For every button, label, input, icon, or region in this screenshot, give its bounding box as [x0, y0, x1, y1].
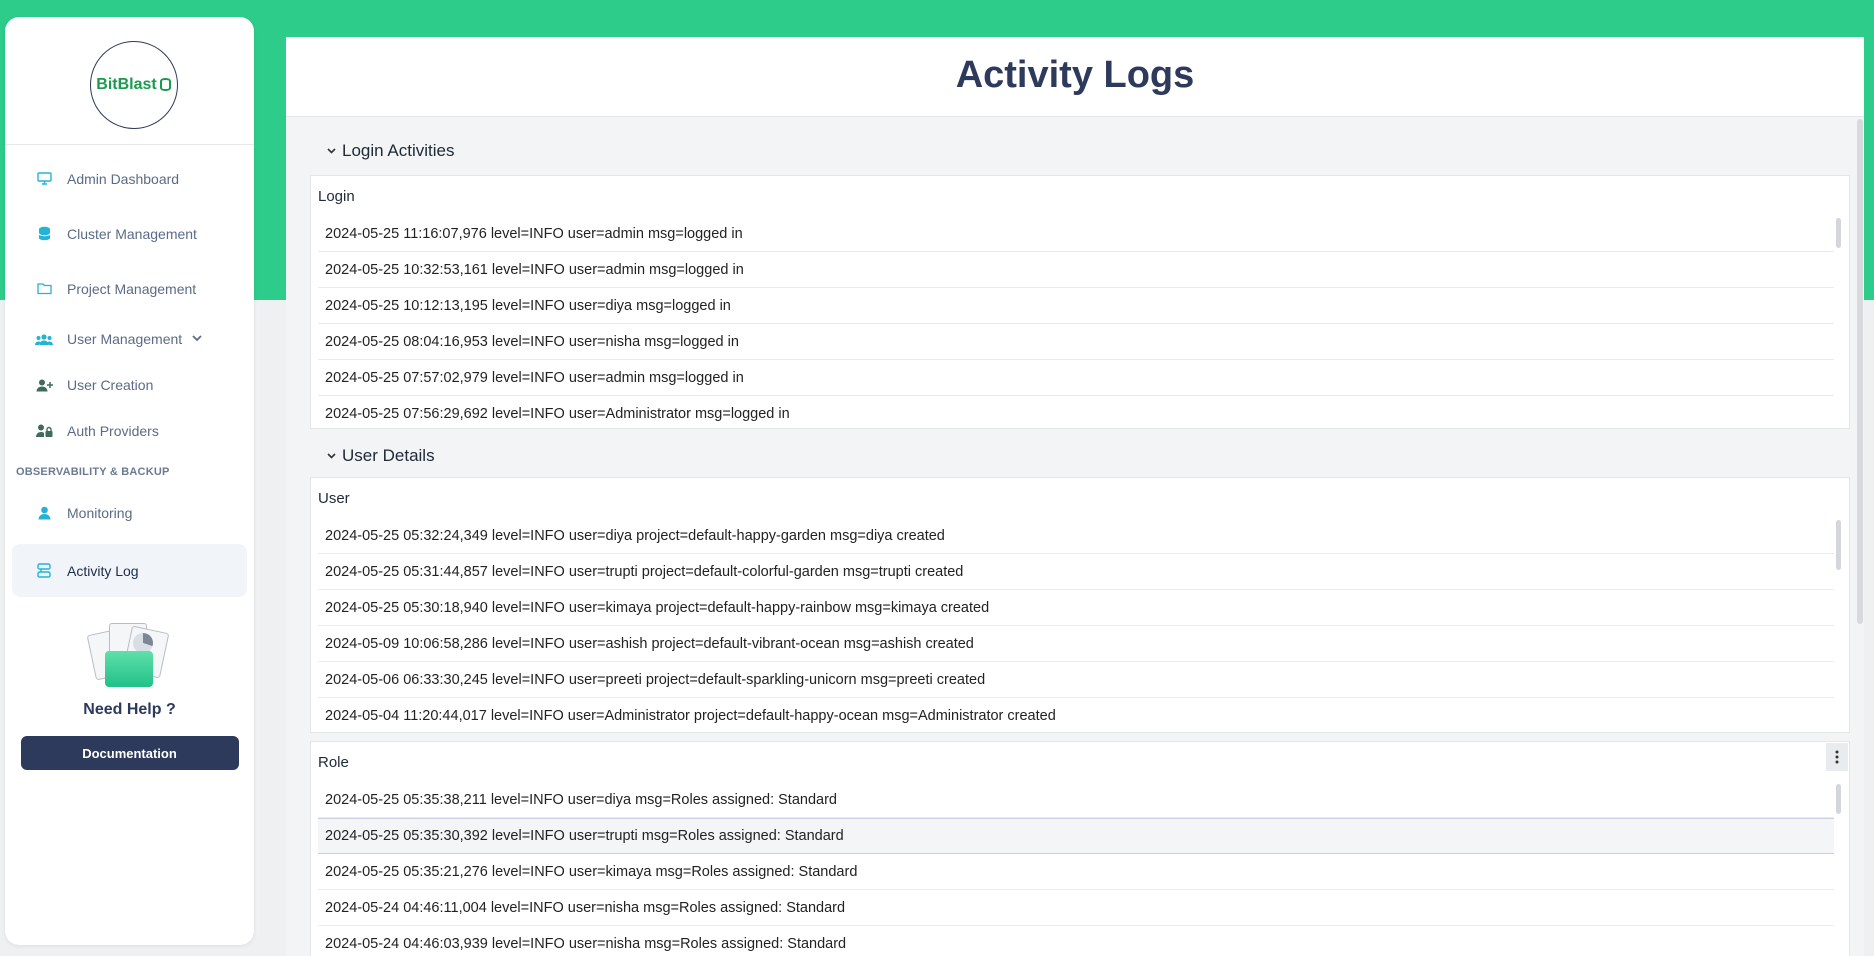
- log-row: 2024-05-25 05:30:18,940 level=INFO user=…: [318, 590, 1834, 626]
- log-row: 2024-05-24 04:46:03,939 level=INFO user=…: [325, 936, 847, 952]
- sidebar-item-monitoring[interactable]: Monitoring: [5, 490, 254, 536]
- help-panel: Need Help ? Documentation: [5, 623, 254, 770]
- user-plus-icon: [35, 377, 53, 393]
- folder-icon: [35, 281, 53, 297]
- brand-logo[interactable]: BitBlast: [89, 40, 178, 129]
- role-scrollbar[interactable]: [1836, 784, 1841, 814]
- log-row: 2024-05-25 05:31:44,857 level=INFO user=…: [318, 554, 1834, 590]
- sidebar-item-cluster-management[interactable]: Cluster Management: [5, 206, 254, 261]
- log-row: 2024-05-25 05:35:38,211 level=INFO user=…: [318, 782, 1834, 818]
- sidebar-item-label: Activity Log: [67, 562, 139, 579]
- role-log-list[interactable]: 2024-05-25 05:35:38,211 level=INFO user=…: [311, 782, 1849, 956]
- activity-log-icon: [35, 563, 53, 579]
- sidebar-item-label: User Creation: [67, 377, 154, 393]
- log-row: 2024-05-25 05:32:24,349 level=INFO user=…: [318, 518, 1834, 554]
- logs-content: Login Activities Login 2024-05-25 11:16:…: [286, 117, 1864, 956]
- log-row: 2024-05-25 10:12:13,195 level=INFO user=…: [318, 288, 1834, 324]
- log-row: 2024-05-25 07:57:02,979 level=INFO user=…: [318, 360, 1834, 396]
- sidebar-item-label: Monitoring: [67, 505, 133, 521]
- brand-logo-text: BitBlast: [96, 75, 157, 93]
- user-icon: [35, 505, 53, 521]
- help-illustration-icon: [85, 623, 175, 693]
- nav-section-observability: OBSERVABILITY & BACKUP: [16, 466, 170, 478]
- user-lock-icon: [35, 423, 53, 439]
- section-login-activities[interactable]: Login Activities: [303, 117, 1850, 175]
- user-card: User 2024-05-25 05:32:24,349 level=INFO …: [310, 477, 1850, 733]
- log-row: 2024-05-25 10:32:53,161 level=INFO user=…: [318, 252, 1834, 288]
- sidebar-item-user-management[interactable]: User Management: [5, 316, 254, 362]
- log-row: 2024-05-06 06:33:30,245 level=INFO user=…: [318, 662, 1834, 698]
- logo-area: BitBlast: [5, 17, 254, 145]
- page-title: Activity Logs: [286, 37, 1864, 117]
- users-icon: [35, 331, 53, 347]
- section-user-details[interactable]: User Details: [303, 429, 1850, 477]
- user-log-list[interactable]: 2024-05-25 05:32:24,349 level=INFO user=…: [311, 518, 1849, 732]
- chevron-down-icon[interactable]: [192, 333, 202, 345]
- log-row: 2024-05-04 11:20:44,017 level=INFO user=…: [325, 708, 1056, 724]
- database-logo-icon: [159, 78, 171, 91]
- login-scrollbar[interactable]: [1836, 218, 1841, 248]
- role-card: Role 2024-05-25 05:35:38,211 level=INFO …: [310, 741, 1850, 956]
- section-heading: User Details: [342, 446, 435, 465]
- log-row: 2024-05-25 07:56:29,692 level=INFO user=…: [325, 406, 790, 422]
- login-log-list[interactable]: 2024-05-25 11:16:07,976 level=INFO user=…: [311, 216, 1849, 428]
- help-title: Need Help ?: [83, 701, 176, 718]
- login-card: Login 2024-05-25 11:16:07,976 level=INFO…: [310, 175, 1850, 429]
- sidebar-item-label: Admin Dashboard: [67, 170, 180, 187]
- documentation-button[interactable]: Documentation: [20, 736, 239, 770]
- database-icon: [35, 226, 53, 242]
- section-heading: Login Activities: [342, 141, 455, 160]
- chevron-down-icon: [327, 450, 336, 462]
- sidebar-item-label: Project Management: [67, 280, 197, 297]
- sidebar-item-label: Cluster Management: [67, 225, 197, 242]
- sidebar-item-label: User Management: [67, 331, 183, 347]
- log-row: 2024-05-25 11:16:07,976 level=INFO user=…: [318, 216, 1834, 252]
- main-panel: Activity Logs Login Activities Login 202…: [286, 37, 1864, 956]
- card-title: User: [318, 489, 350, 507]
- log-row: 2024-05-25 05:35:21,276 level=INFO user=…: [318, 854, 1834, 890]
- sidebar-item-label: Auth Providers: [67, 423, 159, 439]
- user-scrollbar[interactable]: [1836, 520, 1841, 570]
- log-row: 2024-05-25 08:04:16,953 level=INFO user=…: [318, 324, 1834, 360]
- sidebar: BitBlast Admin Dashboard Cluster Managem…: [5, 17, 254, 945]
- sidebar-item-auth-providers[interactable]: Auth Providers: [5, 408, 254, 454]
- kebab-menu-icon[interactable]: [1826, 743, 1848, 771]
- main-scrollbar[interactable]: [1857, 119, 1863, 624]
- card-title: Role: [318, 753, 349, 771]
- sidebar-item-user-creation[interactable]: User Creation: [5, 362, 254, 408]
- sidebar-item-admin-dashboard[interactable]: Admin Dashboard: [5, 151, 254, 206]
- chevron-down-icon: [327, 145, 336, 157]
- monitor-icon: [35, 171, 53, 187]
- log-row: 2024-05-24 04:46:11,004 level=INFO user=…: [318, 890, 1834, 926]
- log-row: 2024-05-09 10:06:58,286 level=INFO user=…: [318, 626, 1834, 662]
- sidebar-nav: Admin Dashboard Cluster Management Proje…: [5, 145, 254, 597]
- sidebar-item-project-management[interactable]: Project Management: [5, 261, 254, 316]
- card-title: Login: [318, 187, 355, 205]
- sidebar-item-activity-log[interactable]: Activity Log: [12, 544, 247, 597]
- log-row: 2024-05-25 05:35:30,392 level=INFO user=…: [318, 818, 1834, 854]
